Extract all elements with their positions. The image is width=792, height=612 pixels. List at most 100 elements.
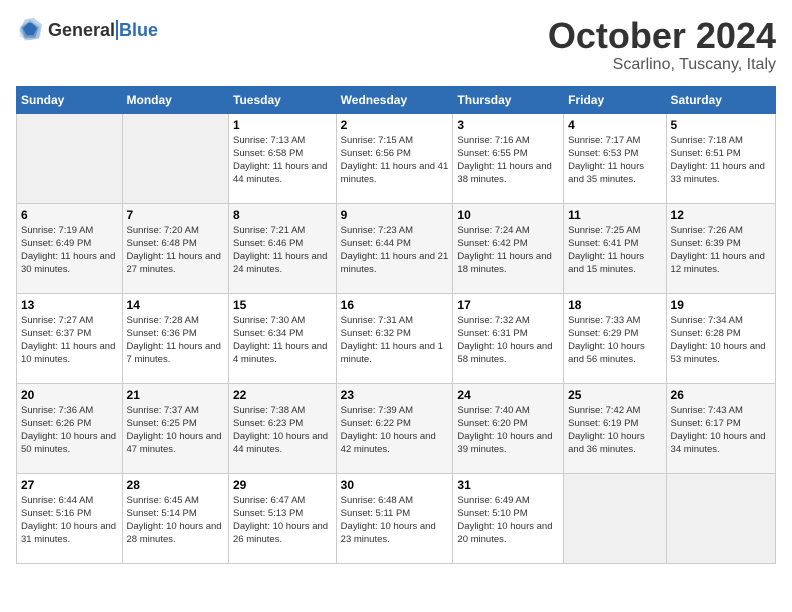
calendar-header: Sunday Monday Tuesday Wednesday Thursday…	[17, 86, 776, 113]
logo-separator	[116, 20, 118, 40]
calendar-cell: 31 Sunrise: 6:49 AM Sunset: 5:10 PM Dayli…	[453, 473, 564, 563]
day-info: Sunrise: 7:39 AM Sunset: 6:22 PM Dayligh…	[341, 404, 449, 457]
weekday-header-row: Sunday Monday Tuesday Wednesday Thursday…	[17, 86, 776, 113]
header-friday: Friday	[564, 86, 666, 113]
day-info: Sunrise: 7:23 AM Sunset: 6:44 PM Dayligh…	[341, 224, 449, 277]
header-thursday: Thursday	[453, 86, 564, 113]
logo-icon	[16, 16, 44, 44]
calendar-cell: 12 Sunrise: 7:26 AM Sunset: 6:39 PM Dayli…	[666, 203, 775, 293]
day-number: 2	[341, 118, 449, 132]
day-info: Sunrise: 6:47 AM Sunset: 5:13 PM Dayligh…	[233, 494, 332, 547]
calendar-cell: 8 Sunrise: 7:21 AM Sunset: 6:46 PM Daylig…	[229, 203, 337, 293]
day-number: 1	[233, 118, 332, 132]
day-info: Sunrise: 6:45 AM Sunset: 5:14 PM Dayligh…	[127, 494, 224, 547]
day-number: 30	[341, 478, 449, 492]
calendar-cell	[122, 113, 228, 203]
day-info: Sunrise: 7:32 AM Sunset: 6:31 PM Dayligh…	[457, 314, 559, 367]
calendar-cell: 21 Sunrise: 7:37 AM Sunset: 6:25 PM Dayli…	[122, 383, 228, 473]
calendar-cell: 23Sunrise: 7:39 AM Sunset: 6:22 PM Dayli…	[336, 383, 453, 473]
header-tuesday: Tuesday	[229, 86, 337, 113]
calendar-cell: 5Sunrise: 7:18 AM Sunset: 6:51 PM Daylig…	[666, 113, 775, 203]
day-info: Sunrise: 7:33 AM Sunset: 6:29 PM Dayligh…	[568, 314, 661, 367]
calendar-cell: 30 Sunrise: 6:48 AM Sunset: 5:11 PM Dayli…	[336, 473, 453, 563]
calendar-cell: 11Sunrise: 7:25 AM Sunset: 6:41 PM Dayli…	[564, 203, 666, 293]
day-number: 13	[21, 298, 118, 312]
day-number: 5	[671, 118, 771, 132]
calendar-cell: 18 Sunrise: 7:33 AM Sunset: 6:29 PM Dayli…	[564, 293, 666, 383]
day-info: Sunrise: 7:34 AM Sunset: 6:28 PM Dayligh…	[671, 314, 771, 367]
header-sunday: Sunday	[17, 86, 123, 113]
calendar-body: 1 Sunrise: 7:13 AM Sunset: 6:58 PM Daylig…	[17, 113, 776, 563]
calendar-cell: 7 Sunrise: 7:20 AM Sunset: 6:48 PM Daylig…	[122, 203, 228, 293]
day-number: 18	[568, 298, 661, 312]
calendar-cell: 17 Sunrise: 7:32 AM Sunset: 6:31 PM Dayli…	[453, 293, 564, 383]
calendar-cell: 10 Sunrise: 7:24 AM Sunset: 6:42 PM Dayli…	[453, 203, 564, 293]
calendar-cell	[666, 473, 775, 563]
day-info: Sunrise: 7:15 AM Sunset: 6:56 PM Dayligh…	[341, 134, 449, 187]
day-info: Sunrise: 7:19 AM Sunset: 6:49 PM Dayligh…	[21, 224, 118, 277]
day-number: 3	[457, 118, 559, 132]
day-info: Sunrise: 7:26 AM Sunset: 6:39 PM Dayligh…	[671, 224, 771, 277]
day-number: 21	[127, 388, 224, 402]
calendar-week-2: 13 Sunrise: 7:27 AM Sunset: 6:37 PM Dayli…	[17, 293, 776, 383]
day-info: Sunrise: 6:48 AM Sunset: 5:11 PM Dayligh…	[341, 494, 449, 547]
calendar-cell: 9 Sunrise: 7:23 AM Sunset: 6:44 PM Daylig…	[336, 203, 453, 293]
calendar-cell: 14 Sunrise: 7:28 AM Sunset: 6:36 PM Dayli…	[122, 293, 228, 383]
day-number: 15	[233, 298, 332, 312]
day-number: 14	[127, 298, 224, 312]
day-info: Sunrise: 7:20 AM Sunset: 6:48 PM Dayligh…	[127, 224, 224, 277]
day-info: Sunrise: 7:25 AM Sunset: 6:41 PM Dayligh…	[568, 224, 661, 277]
day-number: 8	[233, 208, 332, 222]
day-info: Sunrise: 7:42 AM Sunset: 6:19 PM Dayligh…	[568, 404, 661, 457]
day-number: 4	[568, 118, 661, 132]
day-info: Sunrise: 6:44 AM Sunset: 5:16 PM Dayligh…	[21, 494, 118, 547]
day-number: 25	[568, 388, 661, 402]
calendar-cell: 29Sunrise: 6:47 AM Sunset: 5:13 PM Dayli…	[229, 473, 337, 563]
calendar-week-3: 20Sunrise: 7:36 AM Sunset: 6:26 PM Dayli…	[17, 383, 776, 473]
day-number: 22	[233, 388, 332, 402]
day-number: 9	[341, 208, 449, 222]
header-saturday: Saturday	[666, 86, 775, 113]
calendar-cell: 4 Sunrise: 7:17 AM Sunset: 6:53 PM Daylig…	[564, 113, 666, 203]
day-info: Sunrise: 7:28 AM Sunset: 6:36 PM Dayligh…	[127, 314, 224, 367]
day-info: Sunrise: 7:43 AM Sunset: 6:17 PM Dayligh…	[671, 404, 771, 457]
day-info: Sunrise: 6:49 AM Sunset: 5:10 PM Dayligh…	[457, 494, 559, 547]
month-title: October 2024	[548, 16, 776, 56]
calendar-cell: 28 Sunrise: 6:45 AM Sunset: 5:14 PM Dayli…	[122, 473, 228, 563]
day-number: 28	[127, 478, 224, 492]
day-number: 31	[457, 478, 559, 492]
day-info: Sunrise: 7:31 AM Sunset: 6:32 PM Dayligh…	[341, 314, 449, 367]
day-number: 6	[21, 208, 118, 222]
day-info: Sunrise: 7:24 AM Sunset: 6:42 PM Dayligh…	[457, 224, 559, 277]
day-number: 17	[457, 298, 559, 312]
calendar-cell	[17, 113, 123, 203]
day-info: Sunrise: 7:17 AM Sunset: 6:53 PM Dayligh…	[568, 134, 661, 187]
day-info: Sunrise: 7:27 AM Sunset: 6:37 PM Dayligh…	[21, 314, 118, 367]
day-number: 12	[671, 208, 771, 222]
day-info: Sunrise: 7:37 AM Sunset: 6:25 PM Dayligh…	[127, 404, 224, 457]
calendar-cell: 13 Sunrise: 7:27 AM Sunset: 6:37 PM Dayli…	[17, 293, 123, 383]
calendar-cell: 16 Sunrise: 7:31 AM Sunset: 6:32 PM Dayli…	[336, 293, 453, 383]
day-info: Sunrise: 7:36 AM Sunset: 6:26 PM Dayligh…	[21, 404, 118, 457]
day-info: Sunrise: 7:40 AM Sunset: 6:20 PM Dayligh…	[457, 404, 559, 457]
location-title: Scarlino, Tuscany, Italy	[548, 56, 776, 74]
day-info: Sunrise: 7:13 AM Sunset: 6:58 PM Dayligh…	[233, 134, 332, 187]
calendar-cell: 19Sunrise: 7:34 AM Sunset: 6:28 PM Dayli…	[666, 293, 775, 383]
day-info: Sunrise: 7:16 AM Sunset: 6:55 PM Dayligh…	[457, 134, 559, 187]
calendar-week-0: 1 Sunrise: 7:13 AM Sunset: 6:58 PM Daylig…	[17, 113, 776, 203]
day-number: 26	[671, 388, 771, 402]
logo-blue: Blue	[119, 20, 158, 41]
calendar-cell: 6 Sunrise: 7:19 AM Sunset: 6:49 PM Daylig…	[17, 203, 123, 293]
day-info: Sunrise: 7:30 AM Sunset: 6:34 PM Dayligh…	[233, 314, 332, 367]
page-header: General Blue October 2024 Scarlino, Tusc…	[16, 16, 776, 74]
day-number: 27	[21, 478, 118, 492]
calendar-cell: 2 Sunrise: 7:15 AM Sunset: 6:56 PM Daylig…	[336, 113, 453, 203]
calendar-cell: 25 Sunrise: 7:42 AM Sunset: 6:19 PM Dayli…	[564, 383, 666, 473]
logo-general: General	[48, 20, 115, 41]
day-info: Sunrise: 7:21 AM Sunset: 6:46 PM Dayligh…	[233, 224, 332, 277]
day-number: 7	[127, 208, 224, 222]
calendar-cell: 22Sunrise: 7:38 AM Sunset: 6:23 PM Dayli…	[229, 383, 337, 473]
day-number: 10	[457, 208, 559, 222]
logo-text: General Blue	[48, 20, 158, 41]
day-number: 16	[341, 298, 449, 312]
